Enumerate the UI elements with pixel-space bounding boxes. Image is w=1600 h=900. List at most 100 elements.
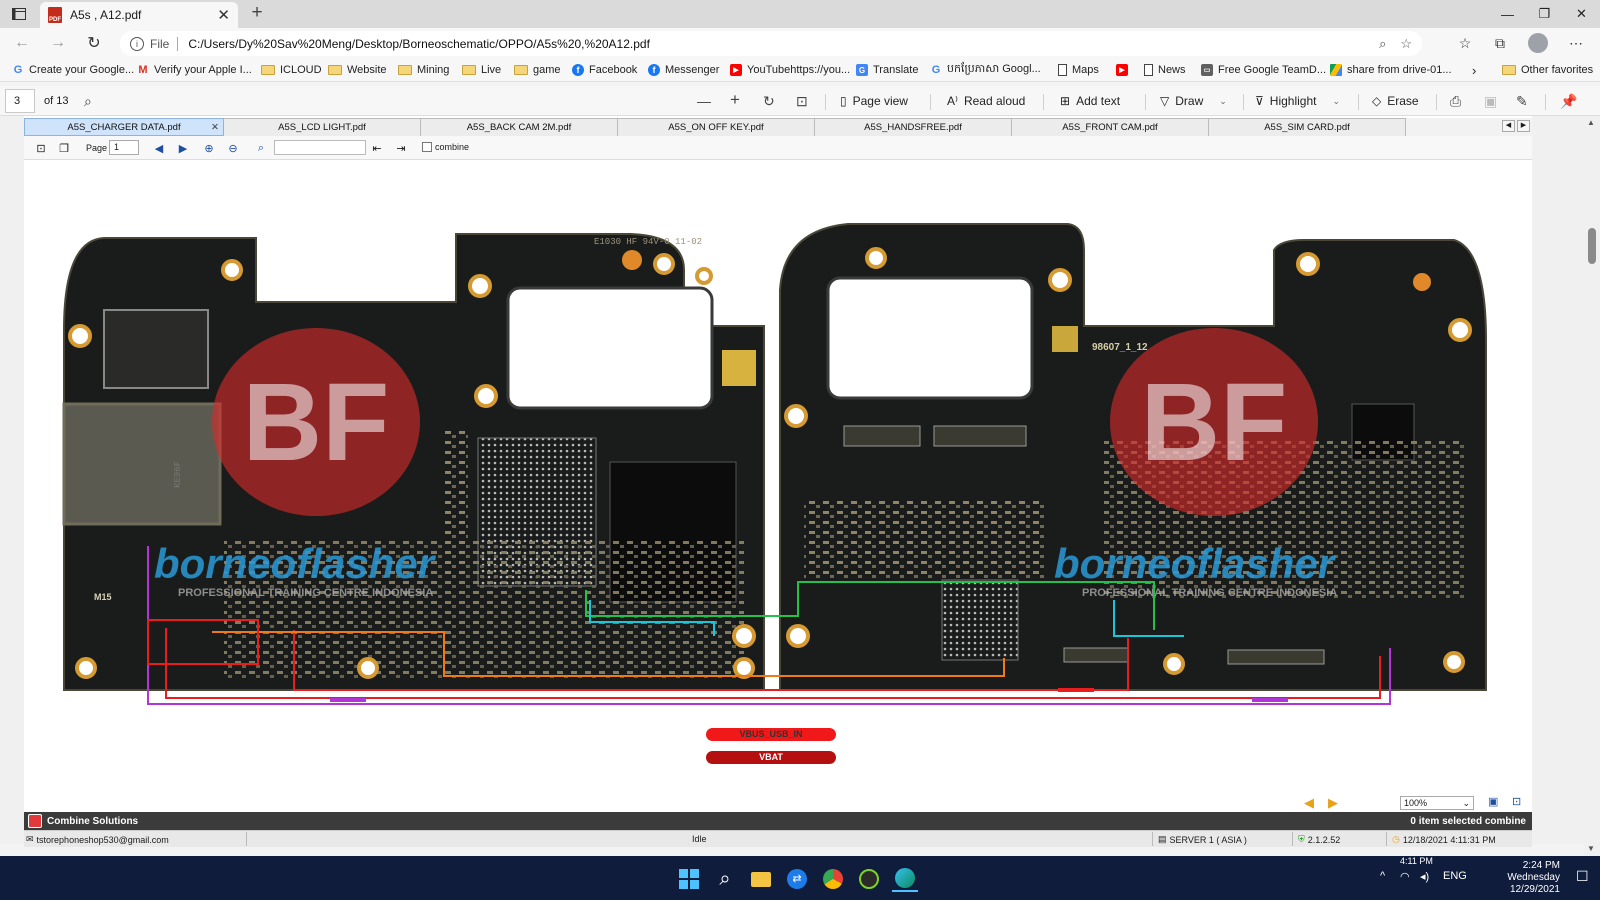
favorite-item[interactable]: News bbox=[1144, 62, 1186, 78]
viewer-tab-charger-data[interactable]: A5S_CHARGER DATA.pdf ✕ bbox=[24, 118, 224, 136]
highlight-button[interactable]: ⊽ Highlight ⌄ bbox=[1255, 94, 1340, 108]
tray-chevron-up-icon[interactable]: ^ bbox=[1380, 870, 1385, 882]
print-icon[interactable]: ⎙ bbox=[1450, 93, 1461, 110]
find-next-icon[interactable]: ⇥ bbox=[394, 141, 408, 155]
viewer-tab-handsfree[interactable]: A5S_HANDSFREE.pdf bbox=[815, 118, 1012, 136]
start-button[interactable] bbox=[676, 866, 702, 892]
draw-button[interactable]: ▽ Draw ⌄ bbox=[1160, 94, 1227, 108]
combine-checkbox[interactable]: combine bbox=[422, 142, 469, 152]
close-icon[interactable]: ✕ bbox=[211, 122, 219, 133]
favorite-item[interactable]: ▶ bbox=[1116, 62, 1128, 78]
back-button[interactable]: ← bbox=[10, 32, 34, 54]
favorite-item[interactable]: game bbox=[514, 62, 561, 78]
favorite-item[interactable]: ICLOUD bbox=[261, 62, 322, 78]
favorite-item[interactable]: Mining bbox=[398, 62, 449, 78]
more-favorites-chevron-icon[interactable]: › bbox=[1472, 62, 1476, 78]
rotate-icon[interactable]: ↻ bbox=[763, 93, 775, 110]
find-previous-icon[interactable]: ⇤ bbox=[370, 141, 384, 155]
info-icon[interactable]: i bbox=[130, 36, 144, 51]
scroll-down-icon[interactable]: ▼ bbox=[1587, 844, 1595, 853]
wifi-icon[interactable]: ◠ bbox=[1400, 870, 1410, 883]
close-window-button[interactable]: ✕ bbox=[1563, 0, 1600, 28]
pin-toolbar-icon[interactable]: 📌 bbox=[1560, 93, 1577, 110]
taskbar-clock[interactable]: 2:24 PM Wednesday 12/29/2021 bbox=[1498, 860, 1560, 896]
viewer-tab-front-cam[interactable]: A5S_FRONT CAM.pdf bbox=[1012, 118, 1209, 136]
url-text[interactable]: C:/Users/Dy%20Sav%20Meng/Desktop/Borneos… bbox=[188, 37, 1365, 51]
favorite-item[interactable]: f Messenger bbox=[648, 62, 719, 78]
profile-avatar[interactable] bbox=[1528, 33, 1548, 53]
chevron-left-icon[interactable]: ◀ bbox=[1502, 120, 1515, 132]
fit-width-icon[interactable]: ⊡ bbox=[34, 141, 48, 155]
viewer-search-input[interactable] bbox=[274, 140, 366, 155]
scrollbar-thumb[interactable] bbox=[1588, 228, 1596, 264]
more-menu-icon[interactable]: ⋯ bbox=[1564, 33, 1588, 53]
save-as-icon[interactable]: ✎ bbox=[1516, 93, 1528, 110]
zoom-icon[interactable]: ⌕ bbox=[1379, 36, 1386, 52]
viewer-tab-back-cam[interactable]: A5S_BACK CAM 2M.pdf bbox=[421, 118, 618, 136]
notifications-icon[interactable]: ☐ bbox=[1576, 868, 1589, 885]
browser-tab[interactable]: PDF A5s , A12.pdf ✕ bbox=[40, 2, 238, 28]
address-bar[interactable]: i File C:/Users/Dy%20Sav%20Meng/Desktop/… bbox=[120, 31, 1422, 56]
fit-screen-icon[interactable]: ⊡ bbox=[1512, 795, 1521, 808]
zoom-in-icon[interactable]: + bbox=[730, 90, 740, 110]
favorite-item[interactable]: Maps bbox=[1058, 62, 1099, 78]
find-icon[interactable]: ⌕ bbox=[254, 141, 268, 155]
favorite-item[interactable]: G Create your Google... bbox=[12, 62, 134, 78]
vertical-scrollbar[interactable]: ▲ ▼ bbox=[1584, 116, 1600, 856]
collections-icon[interactable]: ⧉ bbox=[1488, 33, 1512, 53]
favorite-item[interactable]: Website bbox=[328, 62, 387, 78]
zoom-out-icon[interactable]: — bbox=[697, 93, 711, 109]
add-favorite-icon[interactable]: ☆ bbox=[1400, 36, 1412, 52]
close-tab-icon[interactable]: ✕ bbox=[217, 6, 230, 24]
zoom-select[interactable]: 100% ⌄ bbox=[1400, 796, 1474, 810]
save-icon[interactable]: ▣ bbox=[1484, 93, 1497, 110]
minimize-button[interactable]: — bbox=[1489, 0, 1526, 28]
favorite-item[interactable]: ▭ Free Google TeamD... bbox=[1201, 62, 1326, 78]
favorite-item[interactable]: G បកប្រែភាសា Googl... bbox=[930, 62, 1041, 78]
fit-page-icon[interactable]: ⊡ bbox=[796, 93, 808, 110]
previous-page-arrow-icon[interactable]: ◀ bbox=[1304, 795, 1314, 811]
file-explorer-icon[interactable] bbox=[748, 866, 774, 892]
next-page-arrow-icon[interactable]: ▶ bbox=[1328, 795, 1338, 811]
erase-button[interactable]: ◇ Erase bbox=[1372, 94, 1419, 108]
favorites-icon[interactable]: ☆ bbox=[1453, 33, 1477, 53]
refresh-button[interactable]: ↻ bbox=[82, 32, 106, 54]
viewer-tab-sim-card[interactable]: A5S_SIM CARD.pdf bbox=[1209, 118, 1406, 136]
chevron-right-icon[interactable]: ▶ bbox=[1517, 120, 1530, 132]
search-icon[interactable]: ⌕ bbox=[84, 93, 92, 110]
new-tab-button[interactable]: + bbox=[246, 3, 268, 25]
app-icon[interactable] bbox=[856, 866, 882, 892]
zoom-out-icon[interactable]: ⊖ bbox=[226, 141, 240, 155]
scroll-up-icon[interactable]: ▲ bbox=[1587, 118, 1595, 127]
favorite-item[interactable]: M Verify your Apple I... bbox=[137, 62, 251, 78]
forward-button[interactable]: → bbox=[46, 32, 70, 54]
other-favorites[interactable]: Other favorites bbox=[1502, 62, 1593, 78]
favorite-item[interactable]: G Translate bbox=[856, 62, 918, 78]
favorite-item[interactable]: Live bbox=[462, 62, 501, 78]
viewer-tab-lcd-light[interactable]: A5S_LCD LIGHT.pdf bbox=[224, 118, 421, 136]
previous-page-icon[interactable]: ◀ bbox=[152, 141, 166, 155]
volume-icon[interactable]: ◂) bbox=[1420, 870, 1429, 883]
viewer-tab-on-off-key[interactable]: A5S_ON OFF KEY.pdf bbox=[618, 118, 815, 136]
chrome-icon[interactable] bbox=[820, 866, 846, 892]
search-icon[interactable]: ⌕ bbox=[712, 866, 738, 892]
chevron-down-icon[interactable]: ⌄ bbox=[1333, 96, 1341, 107]
add-text-button[interactable]: ⊞ Add text bbox=[1060, 94, 1120, 108]
page-view-button[interactable]: ▯ Page view bbox=[840, 94, 908, 108]
restore-button[interactable]: ❐ bbox=[1526, 0, 1563, 28]
zoom-in-icon[interactable]: ⊕ bbox=[202, 141, 216, 155]
tab-actions-button[interactable] bbox=[8, 4, 30, 24]
language-indicator[interactable]: ENG bbox=[1443, 870, 1467, 882]
read-aloud-button[interactable]: A⁾ Read aloud bbox=[947, 94, 1025, 108]
favorite-item[interactable]: ▶ YouTubehttps://you... bbox=[730, 62, 850, 78]
favorite-item[interactable]: f Facebook bbox=[572, 62, 637, 78]
chevron-down-icon[interactable]: ⌄ bbox=[1219, 96, 1227, 107]
viewer-page-input[interactable]: 1 bbox=[109, 140, 139, 155]
next-page-icon[interactable]: ▶ bbox=[176, 141, 190, 155]
single-page-icon[interactable]: ▣ bbox=[1488, 795, 1498, 808]
edge-icon[interactable] bbox=[892, 866, 918, 892]
thumbnails-icon[interactable]: ❐ bbox=[57, 141, 71, 155]
teamviewer-icon[interactable]: ⇄ bbox=[784, 866, 810, 892]
page-number-input[interactable]: 3 bbox=[5, 89, 35, 113]
checkbox[interactable] bbox=[422, 142, 432, 152]
